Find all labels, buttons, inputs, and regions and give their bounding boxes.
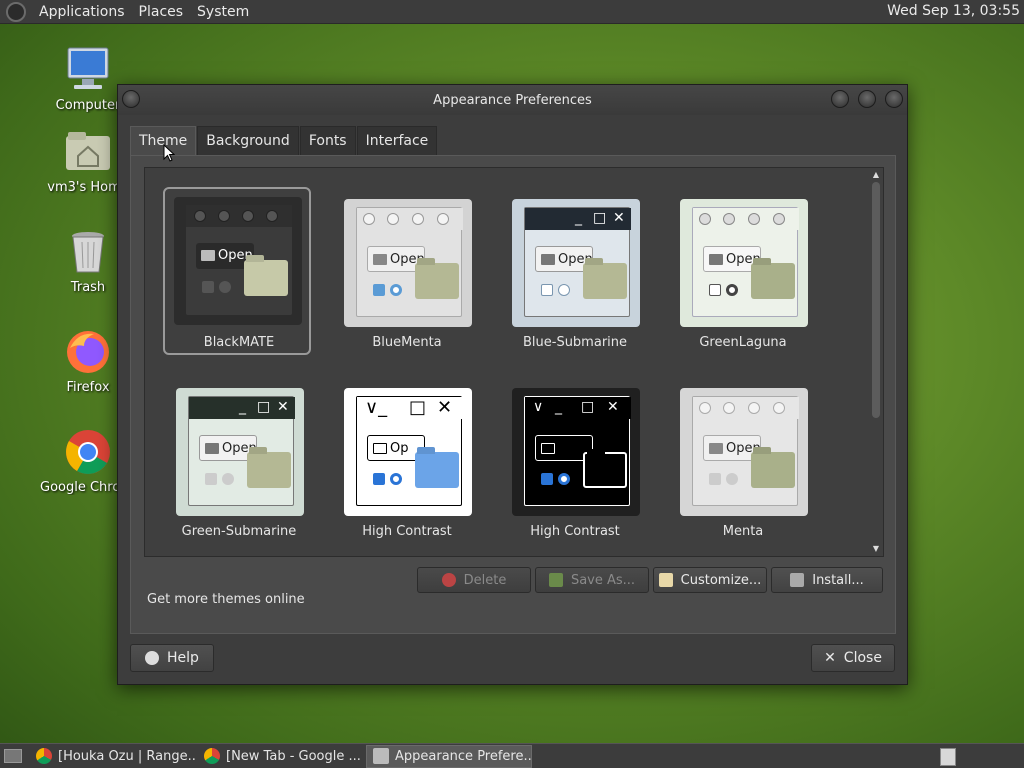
customize-icon bbox=[658, 573, 673, 587]
chrome-icon bbox=[64, 428, 112, 476]
tab-background[interactable]: Background bbox=[197, 126, 299, 155]
install-button-label: Install... bbox=[812, 572, 864, 588]
chrome-icon bbox=[204, 748, 220, 764]
install-icon bbox=[790, 573, 805, 587]
menu-system[interactable]: System bbox=[190, 4, 256, 20]
theme-grid-scrollbar[interactable]: ▲ ▼ bbox=[871, 170, 881, 554]
theme-item-high-contrast-inverse[interactable]: ∨ _ □ ✕ High Contrast bbox=[501, 378, 649, 546]
theme-preview: ∨ _ □ ✕ bbox=[512, 388, 640, 516]
save-as-button[interactable]: Save As... bbox=[535, 567, 649, 593]
theme-item-bluementa[interactable]: Open BlueMenta bbox=[333, 189, 481, 357]
home-folder-icon bbox=[64, 128, 112, 176]
theme-name: High Contrast bbox=[530, 524, 620, 539]
theme-preview: Open bbox=[174, 197, 302, 325]
theme-item-blue-submarine[interactable]: _ □ ✕ Open Blue-Submarine bbox=[501, 189, 649, 357]
help-button[interactable]: Help bbox=[130, 644, 214, 672]
minimize-button[interactable] bbox=[831, 90, 849, 108]
tab-interface[interactable]: Interface bbox=[356, 126, 438, 155]
mouse-pointer-icon bbox=[163, 144, 175, 162]
get-more-themes-link[interactable]: Get more themes online bbox=[147, 592, 305, 607]
menu-places[interactable]: Places bbox=[132, 4, 191, 20]
help-button-label: Help bbox=[167, 650, 199, 666]
theme-preview: ∨_ □ ✕ Op bbox=[344, 388, 472, 516]
close-button-label: Close bbox=[843, 650, 882, 666]
theme-name: BlueMenta bbox=[372, 335, 442, 350]
window-titlebar[interactable]: Appearance Preferences bbox=[118, 85, 907, 115]
chrome-icon bbox=[36, 748, 52, 764]
theme-preview: Open bbox=[344, 199, 472, 327]
task-new-tab[interactable]: [New Tab - Google ... bbox=[198, 745, 364, 768]
theme-preview: _ □ ✕ Open bbox=[512, 199, 640, 327]
workspace-switcher[interactable] bbox=[940, 748, 956, 766]
theme-preview: Open bbox=[680, 388, 808, 516]
task-houka-ozu[interactable]: [Houka Ozu | Range... bbox=[30, 745, 196, 768]
show-desktop-icon[interactable] bbox=[4, 749, 22, 763]
theme-item-high-contrast[interactable]: ∨_ □ ✕ Op High Contrast bbox=[333, 378, 481, 546]
theme-preview: Open bbox=[680, 199, 808, 327]
delete-button[interactable]: Delete bbox=[417, 567, 531, 593]
close-button[interactable]: ✕ Close bbox=[811, 644, 895, 672]
appearance-icon bbox=[373, 748, 389, 764]
customize-button-label: Customize... bbox=[680, 572, 762, 588]
clock[interactable]: Wed Sep 13, 03:55 bbox=[887, 3, 1020, 19]
sample-button-label: Op bbox=[390, 441, 409, 456]
task-label: [Houka Ozu | Range... bbox=[58, 748, 196, 764]
save-as-icon bbox=[548, 573, 563, 587]
top-panel: Applications Places System Wed Sep 13, 0… bbox=[0, 0, 1024, 24]
task-label: [New Tab - Google ... bbox=[226, 748, 361, 764]
window-title: Appearance Preferences bbox=[433, 92, 592, 108]
maximize-button[interactable] bbox=[858, 90, 876, 108]
computer-icon bbox=[64, 46, 112, 94]
trash-icon bbox=[64, 228, 112, 276]
theme-name: Blue-Submarine bbox=[522, 335, 628, 350]
customize-button[interactable]: Customize... bbox=[653, 567, 767, 593]
window-menu-button[interactable] bbox=[122, 90, 140, 108]
delete-icon bbox=[441, 573, 456, 587]
delete-button-label: Delete bbox=[463, 572, 507, 588]
theme-name: Green-Submarine bbox=[181, 524, 297, 539]
theme-name: High Contrast bbox=[362, 524, 452, 539]
task-appearance-preferences[interactable]: Appearance Prefere... bbox=[366, 744, 532, 768]
theme-item-green-submarine[interactable]: _ □ ✕ Open Green-Submarine bbox=[165, 378, 313, 546]
bottom-taskbar: [Houka Ozu | Range... [New Tab - Google … bbox=[0, 743, 1024, 768]
theme-name: GreenLaguna bbox=[699, 335, 787, 350]
install-button[interactable]: Install... bbox=[771, 567, 883, 593]
close-icon: ✕ bbox=[824, 650, 836, 666]
theme-name: Menta bbox=[722, 524, 764, 539]
preferences-notebook: Theme Background Fonts Interface Open Bl… bbox=[130, 126, 896, 634]
theme-item-greenlaguna[interactable]: Open GreenLaguna bbox=[669, 189, 817, 357]
theme-tab-panel: Open BlackMATE Open BlueMenta _ □ ✕ Open… bbox=[130, 155, 896, 634]
tab-fonts[interactable]: Fonts bbox=[299, 126, 356, 155]
window-close-button[interactable] bbox=[885, 90, 903, 108]
save-as-button-label: Save As... bbox=[570, 572, 636, 588]
theme-name: BlackMATE bbox=[203, 335, 275, 350]
theme-grid: Open BlackMATE Open BlueMenta _ □ ✕ Open… bbox=[144, 167, 884, 557]
scroll-up-arrow-icon[interactable]: ▲ bbox=[871, 170, 881, 180]
task-label: Appearance Prefere... bbox=[395, 748, 532, 764]
help-icon bbox=[145, 651, 160, 665]
theme-item-menta[interactable]: Open Menta bbox=[669, 378, 817, 546]
firefox-icon bbox=[64, 328, 112, 376]
scrollbar-thumb[interactable] bbox=[872, 182, 880, 418]
mate-logo-icon[interactable] bbox=[6, 1, 26, 22]
appearance-preferences-window: Appearance Preferences Theme Background … bbox=[117, 84, 908, 685]
menu-applications[interactable]: Applications bbox=[32, 4, 132, 20]
tab-bar: Theme Background Fonts Interface bbox=[130, 126, 896, 155]
theme-preview: _ □ ✕ Open bbox=[176, 388, 304, 516]
scroll-down-arrow-icon[interactable]: ▼ bbox=[871, 544, 881, 554]
theme-item-blackmate[interactable]: Open BlackMATE bbox=[163, 187, 311, 355]
